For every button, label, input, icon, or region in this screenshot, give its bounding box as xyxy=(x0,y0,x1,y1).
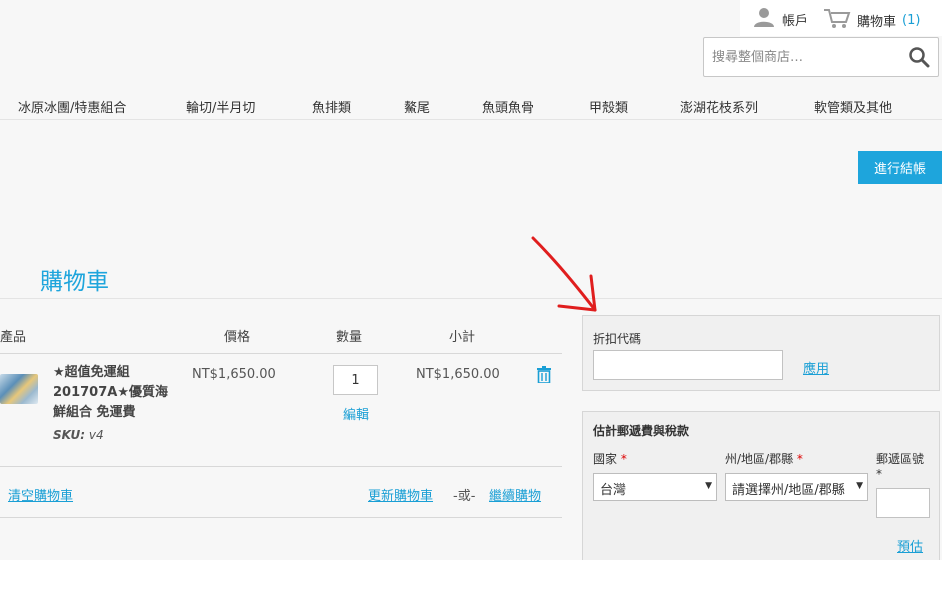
col-header-price: 價格 xyxy=(224,330,251,345)
product-thumbnail[interactable] xyxy=(0,374,38,404)
header-divider xyxy=(0,353,562,354)
cart-link[interactable]: 購物車 (1) xyxy=(823,7,920,33)
nav-item-2[interactable]: 輪切/半月切 xyxy=(186,97,255,116)
divider xyxy=(0,298,942,299)
estimate-link[interactable]: 預估 xyxy=(897,536,923,555)
chevron-down-icon: ▼ xyxy=(705,481,712,491)
search-input[interactable] xyxy=(704,38,904,76)
product-price: NT$1,650.00 xyxy=(192,367,276,382)
page-background: 帳戶 購物車 (1) 冰原冰團/特惠組合 輪切/半月切 魚排類 鰲尾 魚頭魚骨 … xyxy=(0,0,942,560)
zip-required-mark: * xyxy=(876,467,882,481)
discount-panel: 折扣代碼 應用 xyxy=(582,315,940,391)
apply-discount-link[interactable]: 應用 xyxy=(803,358,829,377)
main-nav: 冰原冰團/特惠組合 輪切/半月切 魚排類 鰲尾 魚頭魚骨 甲殼類 澎湖花枝系列 … xyxy=(0,92,942,120)
country-value: 台灣 xyxy=(600,483,627,498)
nav-item-1[interactable]: 冰原冰團/特惠組合 xyxy=(18,97,126,116)
item-divider xyxy=(0,466,562,467)
nav-item-4[interactable]: 鰲尾 xyxy=(404,97,430,116)
col-header-product: 產品 xyxy=(0,330,27,345)
nav-item-6[interactable]: 甲殼類 xyxy=(589,97,628,116)
edit-item-link[interactable]: 編輯 xyxy=(343,404,369,423)
quantity-input[interactable] xyxy=(333,365,378,395)
country-label: 國家 * xyxy=(593,452,627,466)
or-separator: -或- xyxy=(453,489,476,504)
discount-label: 折扣代碼 xyxy=(593,332,642,346)
zip-input[interactable] xyxy=(876,488,930,518)
product-subtotal: NT$1,650.00 xyxy=(416,367,500,382)
actions-divider xyxy=(0,517,562,518)
search-box xyxy=(703,37,939,77)
cart-label: 購物車 xyxy=(857,14,897,30)
estimate-title: 估計郵遞費與稅款 xyxy=(593,424,690,438)
account-label: 帳戶 xyxy=(782,13,809,29)
product-sku: SKU: v4 xyxy=(53,428,104,442)
account-link[interactable]: 帳戶 xyxy=(752,7,808,31)
trash-icon[interactable] xyxy=(537,366,551,387)
update-cart-link[interactable]: 更新購物車 xyxy=(368,485,433,504)
product-name[interactable]: ★超值免運組 201707A★優質海鮮組合 免運費 xyxy=(53,363,173,423)
annotation-arrow-icon xyxy=(525,232,605,321)
estimate-shipping-panel: 估計郵遞費與稅款 國家 * 台灣 ▼ 州/地區/郡縣 * 請選擇州/地區/郡縣 … xyxy=(582,411,940,560)
page-title: 購物車 xyxy=(40,269,109,295)
region-value: 請選擇州/地區/郡縣 xyxy=(732,483,845,498)
proceed-checkout-button[interactable]: 進行結帳 xyxy=(858,151,942,184)
sku-label: SKU: xyxy=(53,428,86,442)
region-select[interactable]: 請選擇州/地區/郡縣 ▼ xyxy=(725,473,868,501)
nav-item-5[interactable]: 魚頭魚骨 xyxy=(482,97,534,116)
cart-icon xyxy=(823,7,851,33)
country-select[interactable]: 台灣 ▼ xyxy=(593,473,717,501)
nav-item-8[interactable]: 軟管類及其他 xyxy=(814,97,892,116)
search-icon[interactable] xyxy=(908,46,930,72)
user-icon xyxy=(752,7,776,31)
continue-shopping-link[interactable]: 繼續購物 xyxy=(489,485,541,504)
nav-item-7[interactable]: 澎湖花枝系列 xyxy=(680,97,758,116)
region-label: 州/地區/郡縣 * xyxy=(725,452,803,466)
zip-label: 郵遞區號 xyxy=(876,452,925,466)
sku-value: v4 xyxy=(88,428,104,442)
chevron-down-icon: ▼ xyxy=(856,481,863,491)
clear-cart-link[interactable]: 清空購物車 xyxy=(8,485,73,504)
cart-count: (1) xyxy=(902,12,921,28)
col-header-qty: 數量 xyxy=(336,330,363,345)
nav-item-3[interactable]: 魚排類 xyxy=(312,97,351,116)
col-header-subtotal: 小計 xyxy=(449,330,476,345)
discount-code-input[interactable] xyxy=(593,350,783,380)
